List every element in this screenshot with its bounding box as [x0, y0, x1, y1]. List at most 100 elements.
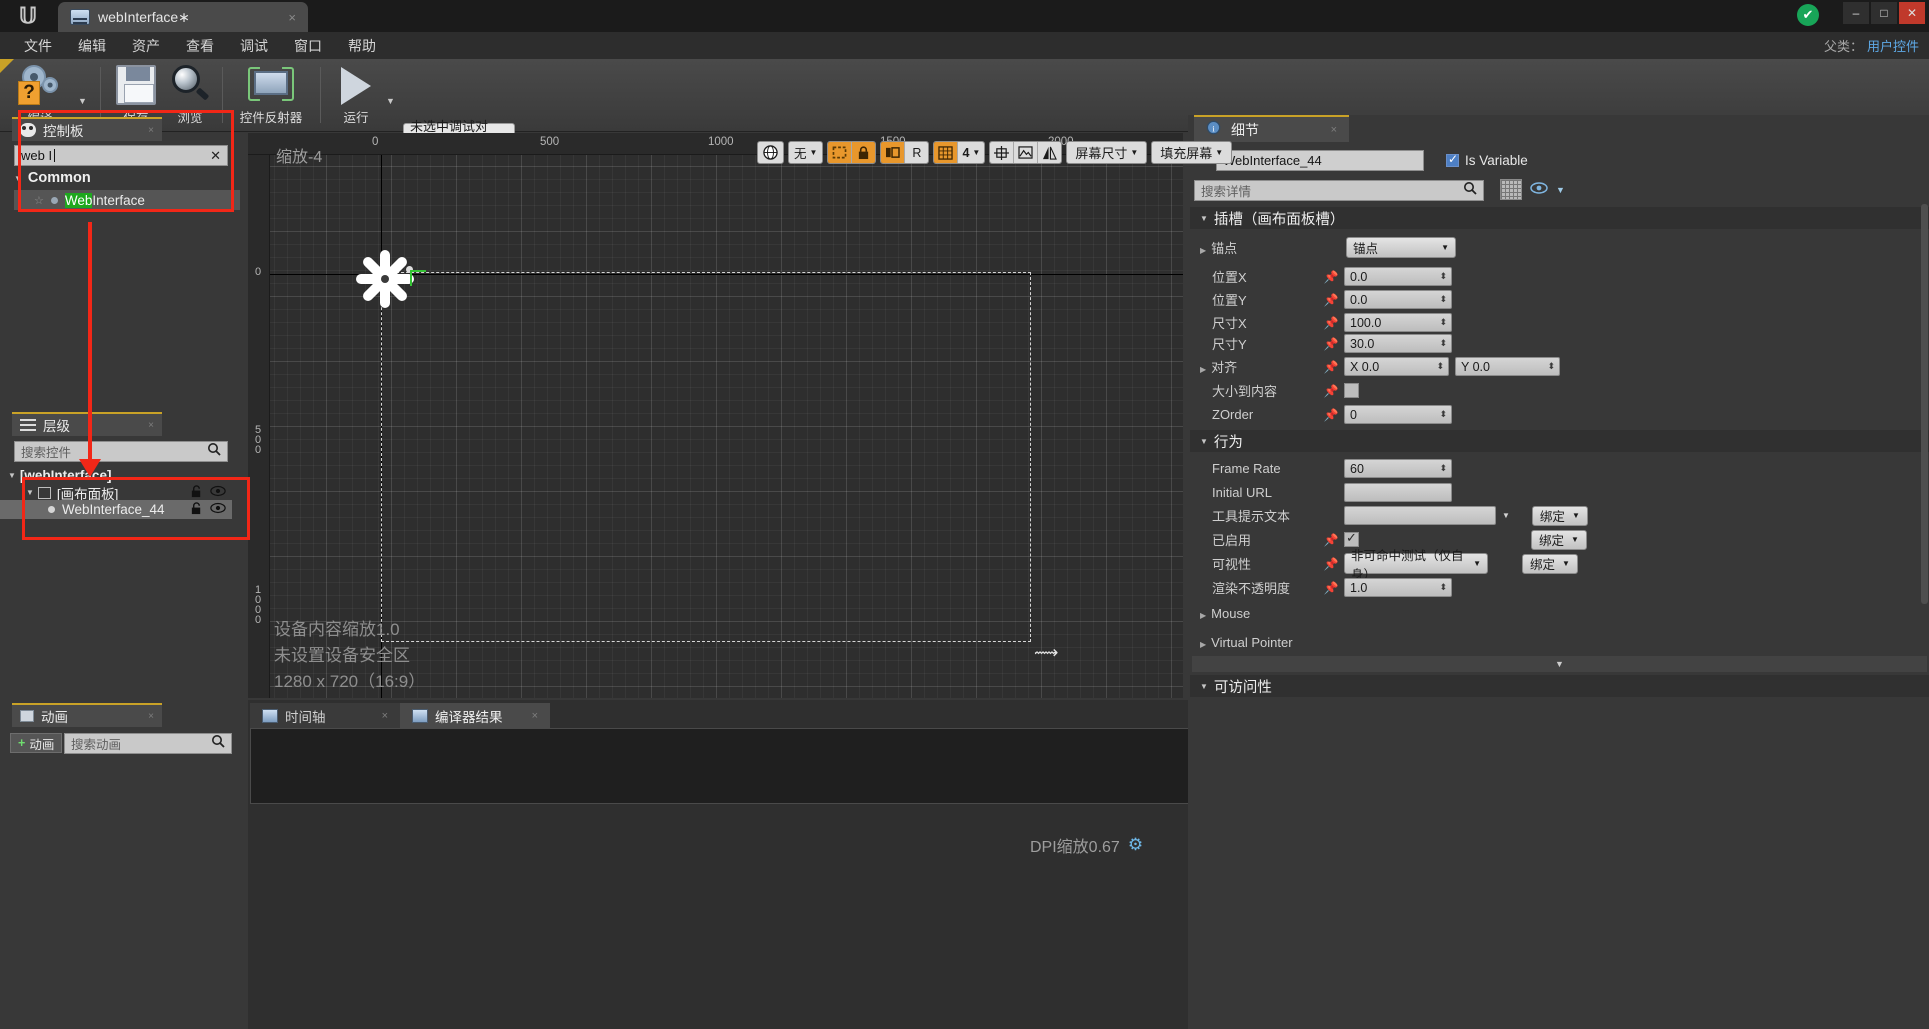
- details-tab-close-icon[interactable]: ×: [1331, 124, 1337, 136]
- pin-icon[interactable]: 📌: [1318, 337, 1344, 351]
- initial-url-input[interactable]: [1344, 483, 1452, 502]
- spinner-icon[interactable]: ⬍: [1439, 271, 1447, 282]
- palette-search-input[interactable]: web I ✕: [14, 145, 228, 166]
- animation-search-input[interactable]: 搜索动画: [64, 733, 232, 754]
- widget-reflector-button[interactable]: 控件反射器: [228, 63, 314, 126]
- pin-icon[interactable]: 📌: [1318, 270, 1344, 284]
- visibility-eye-icon[interactable]: [1530, 181, 1548, 199]
- tab-compiler-results[interactable]: 编译器结果 ×: [400, 703, 550, 728]
- palette-tab[interactable]: 控制板 ×: [12, 117, 162, 141]
- play-button[interactable]: 运行: [324, 63, 388, 126]
- tab-compiler-results-close-icon[interactable]: ×: [532, 710, 538, 722]
- details-search-input[interactable]: 搜索详情: [1194, 180, 1484, 201]
- tab-timeline-close-icon[interactable]: ×: [382, 710, 388, 722]
- pin-icon[interactable]: 📌: [1318, 557, 1344, 571]
- compile-dropdown-icon[interactable]: ▼: [78, 96, 87, 106]
- minimize-button[interactable]: –: [1843, 2, 1869, 24]
- pin-icon[interactable]: 📌: [1318, 408, 1344, 422]
- palette-search-clear-icon[interactable]: ✕: [210, 148, 221, 164]
- menu-file[interactable]: 文件: [12, 33, 64, 59]
- notification-badge-icon[interactable]: ✔: [1797, 4, 1819, 26]
- spinner-icon[interactable]: ⬍: [1547, 361, 1555, 372]
- section-header-slot[interactable]: ▼ 插槽（画布面板槽）: [1190, 207, 1929, 229]
- document-tab-webinterface[interactable]: webInterface∗ ×: [58, 2, 308, 32]
- details-tab[interactable]: i 细节 ×: [1194, 115, 1349, 142]
- palette-tab-close-icon[interactable]: ×: [148, 125, 154, 136]
- search-icon[interactable]: [207, 442, 221, 461]
- outline-toggle-icon[interactable]: [828, 142, 853, 163]
- collapse-section-bar[interactable]: ▼: [1192, 656, 1927, 672]
- document-tab-close-icon[interactable]: ×: [248, 10, 296, 25]
- resize-handle-icon[interactable]: ⟿: [1034, 643, 1058, 663]
- widget-name-input[interactable]: WebInterface_44: [1216, 149, 1424, 171]
- anchors-dropdown[interactable]: 锚点 ▼: [1346, 237, 1456, 258]
- spinner-icon[interactable]: ⬍: [1439, 294, 1447, 305]
- expander-icon[interactable]: ▶: [1200, 640, 1206, 649]
- search-icon[interactable]: [211, 734, 225, 753]
- expander-icon[interactable]: ▶: [1200, 365, 1206, 374]
- property-row-mouse[interactable]: ▶ Mouse: [1190, 602, 1929, 625]
- localization-toggle-icon[interactable]: [881, 142, 906, 163]
- menu-window[interactable]: 窗口: [282, 33, 334, 59]
- image-tool-icon[interactable]: [1014, 142, 1039, 163]
- browse-button[interactable]: 浏览: [158, 63, 222, 126]
- menu-edit[interactable]: 编辑: [66, 33, 118, 59]
- size-x-input[interactable]: 100.0 ⬍: [1344, 313, 1452, 332]
- grid-toggle-icon[interactable]: [934, 142, 959, 163]
- search-icon[interactable]: [1463, 181, 1477, 200]
- globe-icon[interactable]: [757, 141, 784, 164]
- mirror-tool-icon[interactable]: [1038, 142, 1062, 163]
- tooltip-text-input[interactable]: [1344, 506, 1496, 525]
- render-opacity-input[interactable]: 1.0 ⬍: [1344, 578, 1452, 597]
- visibility-dropdown[interactable]: 非可命中测试（仅自身） ▼: [1344, 549, 1488, 582]
- menu-debug[interactable]: 调试: [228, 33, 280, 59]
- hierarchy-search-input[interactable]: 搜索控件: [14, 441, 228, 462]
- alignment-y-input[interactable]: Y 0.0 ⬍: [1455, 357, 1560, 376]
- pin-icon[interactable]: 📌: [1318, 384, 1344, 398]
- tab-timeline[interactable]: 时间轴 ×: [250, 703, 400, 728]
- spinner-icon[interactable]: ⬍: [1439, 582, 1447, 593]
- menu-help[interactable]: 帮助: [336, 33, 388, 59]
- expander-icon[interactable]: ▼: [26, 488, 34, 497]
- pin-icon[interactable]: 📌: [1318, 316, 1344, 330]
- is-variable-checkbox[interactable]: [1446, 152, 1459, 167]
- visibility-eye-icon[interactable]: [210, 502, 226, 517]
- grid-view-icon[interactable]: [1500, 179, 1522, 200]
- spinner-icon[interactable]: ⬍: [1439, 338, 1447, 349]
- animations-tab[interactable]: 动画 ×: [12, 703, 162, 727]
- spinner-icon[interactable]: ⬍: [1436, 361, 1444, 372]
- expander-icon[interactable]: ▼: [1200, 214, 1208, 223]
- maximize-button[interactable]: □: [1871, 2, 1897, 24]
- localization-preview-dropdown[interactable]: 无 ▼: [788, 141, 824, 164]
- tooltip-text-bind-button[interactable]: 绑定 ▼: [1531, 505, 1588, 526]
- lock-icon[interactable]: [190, 484, 203, 501]
- is-enabled-bind-button[interactable]: 绑定 ▼: [1531, 529, 1587, 550]
- expander-icon[interactable]: ▼: [1200, 437, 1208, 446]
- play-dropdown-icon[interactable]: ▼: [386, 96, 395, 106]
- spinner-icon[interactable]: ⬍: [1439, 409, 1447, 420]
- pin-icon[interactable]: 📌: [1318, 360, 1344, 374]
- frame-rate-input[interactable]: 60 ⬍: [1344, 459, 1452, 478]
- spinner-icon[interactable]: ⬍: [1439, 463, 1447, 474]
- expander-icon[interactable]: ▶: [1200, 611, 1206, 620]
- alignment-x-input[interactable]: X 0.0 ⬍: [1344, 357, 1449, 376]
- menu-assets[interactable]: 资产: [120, 33, 172, 59]
- details-scrollbar[interactable]: [1921, 204, 1928, 604]
- hierarchy-tab[interactable]: 层级 ×: [12, 412, 162, 436]
- r-toggle-label[interactable]: R: [905, 142, 929, 163]
- size-to-content-checkbox[interactable]: [1344, 383, 1359, 398]
- close-button[interactable]: ✕: [1899, 2, 1925, 24]
- animations-tab-close-icon[interactable]: ×: [148, 711, 154, 722]
- pin-icon[interactable]: 📌: [1318, 533, 1344, 547]
- zorder-input[interactable]: 0 ⬍: [1344, 405, 1452, 424]
- size-y-input[interactable]: 30.0 ⬍: [1344, 334, 1452, 353]
- menu-view[interactable]: 查看: [174, 33, 226, 59]
- selected-widget-placeholder[interactable]: [352, 246, 418, 312]
- lock-toggle-icon[interactable]: [852, 142, 876, 163]
- chevron-down-icon[interactable]: ▼: [1502, 511, 1510, 520]
- hierarchy-tab-close-icon[interactable]: ×: [148, 420, 154, 431]
- property-row-virtual-pointer[interactable]: ▶ Virtual Pointer: [1190, 631, 1929, 654]
- gear-icon[interactable]: ⚙: [1128, 835, 1143, 855]
- grid-size-dropdown[interactable]: 4 ▼: [958, 142, 985, 163]
- screen-size-dropdown[interactable]: 屏幕尺寸 ▼: [1066, 141, 1148, 164]
